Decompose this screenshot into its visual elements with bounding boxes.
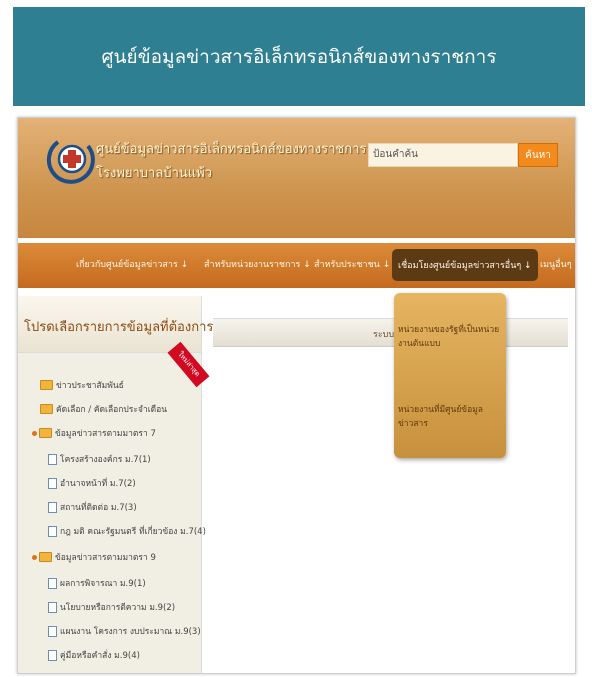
sidebar-item-label: ข้อมูลข่าวสารตามมาตรา 9 (55, 553, 156, 563)
folder-open-icon (39, 428, 52, 438)
sidebar-header: โปรดเลือกรายการข้อมูลที่ต้องการ (18, 296, 213, 353)
sidebar-item-results[interactable]: ผลการพิจารณา ม.9(1) (48, 576, 146, 590)
main-nav: เกี่ยวกับศูนย์ข้อมูลข่าวสาร ↓ สำหรับหน่ว… (18, 243, 575, 288)
sidebar-item-label: กฎ มติ คณะรัฐมนตรี ที่เกี่ยวข้อง ม.7(4) (60, 527, 206, 537)
sidebar-item-manual[interactable]: คู่มือหรือคำสั่ง ม.9(4) (48, 648, 140, 662)
sidebar-item-cabinet-rules[interactable]: กฎ มติ คณะรัฐมนตรี ที่เกี่ยวข้อง ม.7(4) (48, 524, 206, 538)
nav-item-about[interactable]: เกี่ยวกับศูนย์ข้อมูลข่าวสาร ↓ (76, 257, 188, 271)
folder-icon (40, 380, 53, 390)
banner-title: ศูนย์ข้อมูลข่าวสารอิเล็กทรอนิกส์ของทางรา… (101, 45, 497, 68)
hospital-logo-icon (46, 140, 95, 184)
sidebar-item-authority[interactable]: อำนาจหน้าที่ ม.7(2) (48, 476, 136, 490)
search-input[interactable]: ป้อนคำค้น (368, 143, 518, 167)
sidebar: โปรดเลือกรายการข้อมูลที่ต้องการ ใหม่ล่าส… (18, 296, 213, 673)
site-title-line-2: โรงพยาบาลบ้านแพ้ว (96, 166, 213, 181)
nav-item-government[interactable]: สำหรับหน่วยงานราชการ ↓ (204, 257, 311, 271)
document-icon (48, 477, 57, 489)
sidebar-item-plans[interactable]: แผนงาน โครงการ งบประมาณ ม.9(3) (48, 624, 201, 638)
document-icon (48, 577, 57, 589)
document-icon (48, 649, 57, 661)
document-icon (48, 601, 57, 613)
banner: ศูนย์ข้อมูลข่าวสารอิเล็กทรอนิกส์ของทางรา… (13, 7, 585, 106)
expand-bullet-icon (32, 430, 37, 436)
sidebar-item-label: ข่าวประชาสัมพันธ์ (56, 381, 124, 391)
sidebar-item-label: คู่มือหรือคำสั่ง ม.9(4) (60, 651, 140, 661)
document-icon (48, 501, 57, 513)
folder-open-icon (39, 552, 52, 562)
nav-item-other[interactable]: เมนูอื่นๆ (540, 257, 572, 271)
search-button[interactable]: ค้นหา (518, 143, 558, 167)
expand-bullet-icon (32, 554, 37, 560)
nav-dropdown-menu: หน่วยงานของรัฐที่เป็นหน่วยงานต้นแบบ หน่ว… (394, 293, 506, 458)
sidebar-item-label: คัดเลือก / คัดเลือกประจำเดือน (56, 405, 168, 415)
sidebar-item-selection[interactable]: คัดเลือก / คัดเลือกประจำเดือน (40, 402, 167, 416)
sidebar-item-label: ข้อมูลข่าวสารตามมาตรา 7 (55, 429, 156, 439)
sidebar-item-policy[interactable]: นโยบายหรือการตีความ ม.9(2) (48, 600, 175, 614)
folder-icon (40, 404, 53, 414)
dropdown-item-model-agencies[interactable]: หน่วยงานของรัฐที่เป็นหน่วยงานต้นแบบ (398, 323, 504, 351)
nav-item-public[interactable]: สำหรับประชาชน ↓ (314, 257, 390, 271)
website-screenshot: ศูนย์ข้อมูลข่าวสารอิเล็กทรอนิกส์ของทางรา… (17, 117, 576, 674)
sidebar-item-label: แผนงาน โครงการ งบประมาณ ม.9(3) (60, 627, 201, 637)
sidebar-item-label: นโยบายหรือการตีความ ม.9(2) (60, 603, 176, 613)
sidebar-item-label: สถานที่ติดต่อ ม.7(3) (60, 503, 137, 513)
sidebar-item-contact[interactable]: สถานที่ติดต่อ ม.7(3) (48, 500, 137, 514)
sidebar-item-section7[interactable]: ข้อมูลข่าวสารตามมาตรา 7 (32, 426, 156, 440)
sidebar-title: โปรดเลือกรายการข้อมูลที่ต้องการ (24, 320, 214, 335)
document-icon (48, 525, 57, 537)
document-icon (48, 625, 57, 637)
sidebar-item-section9[interactable]: ข้อมูลข่าวสารตามมาตรา 9 (32, 550, 156, 564)
site-header: ศูนย์ข้อมูลข่าวสารอิเล็กทรอนิกส์ของทางรา… (18, 118, 575, 238)
sidebar-item-label: อำนาจหน้าที่ ม.7(2) (60, 479, 136, 489)
site-title-line-1: ศูนย์ข้อมูลข่าวสารอิเล็กทรอนิกส์ของทางรา… (96, 142, 367, 157)
content-bar: ระบบค้นหาจ่าย (213, 318, 568, 347)
sidebar-item-news[interactable]: ข่าวประชาสัมพันธ์ (40, 378, 124, 392)
sidebar-item-label: โครงสร้างองค์กร ม.7(1) (60, 455, 151, 465)
dropdown-item-info-centers[interactable]: หน่วยงานที่มีศูนย์ข้อมูลข่าวสาร (398, 403, 504, 431)
site-title: ศูนย์ข้อมูลข่าวสารอิเล็กทรอนิกส์ของทางรา… (96, 138, 366, 186)
nav-item-links[interactable]: เชื่อมโยงศูนย์ข้อมูลข่าวสารอื่นๆ ↓ (392, 249, 538, 281)
document-icon (48, 453, 57, 465)
sidebar-item-label: ผลการพิจารณา ม.9(1) (60, 579, 146, 589)
sidebar-item-structure[interactable]: โครงสร้างองค์กร ม.7(1) (48, 452, 151, 466)
